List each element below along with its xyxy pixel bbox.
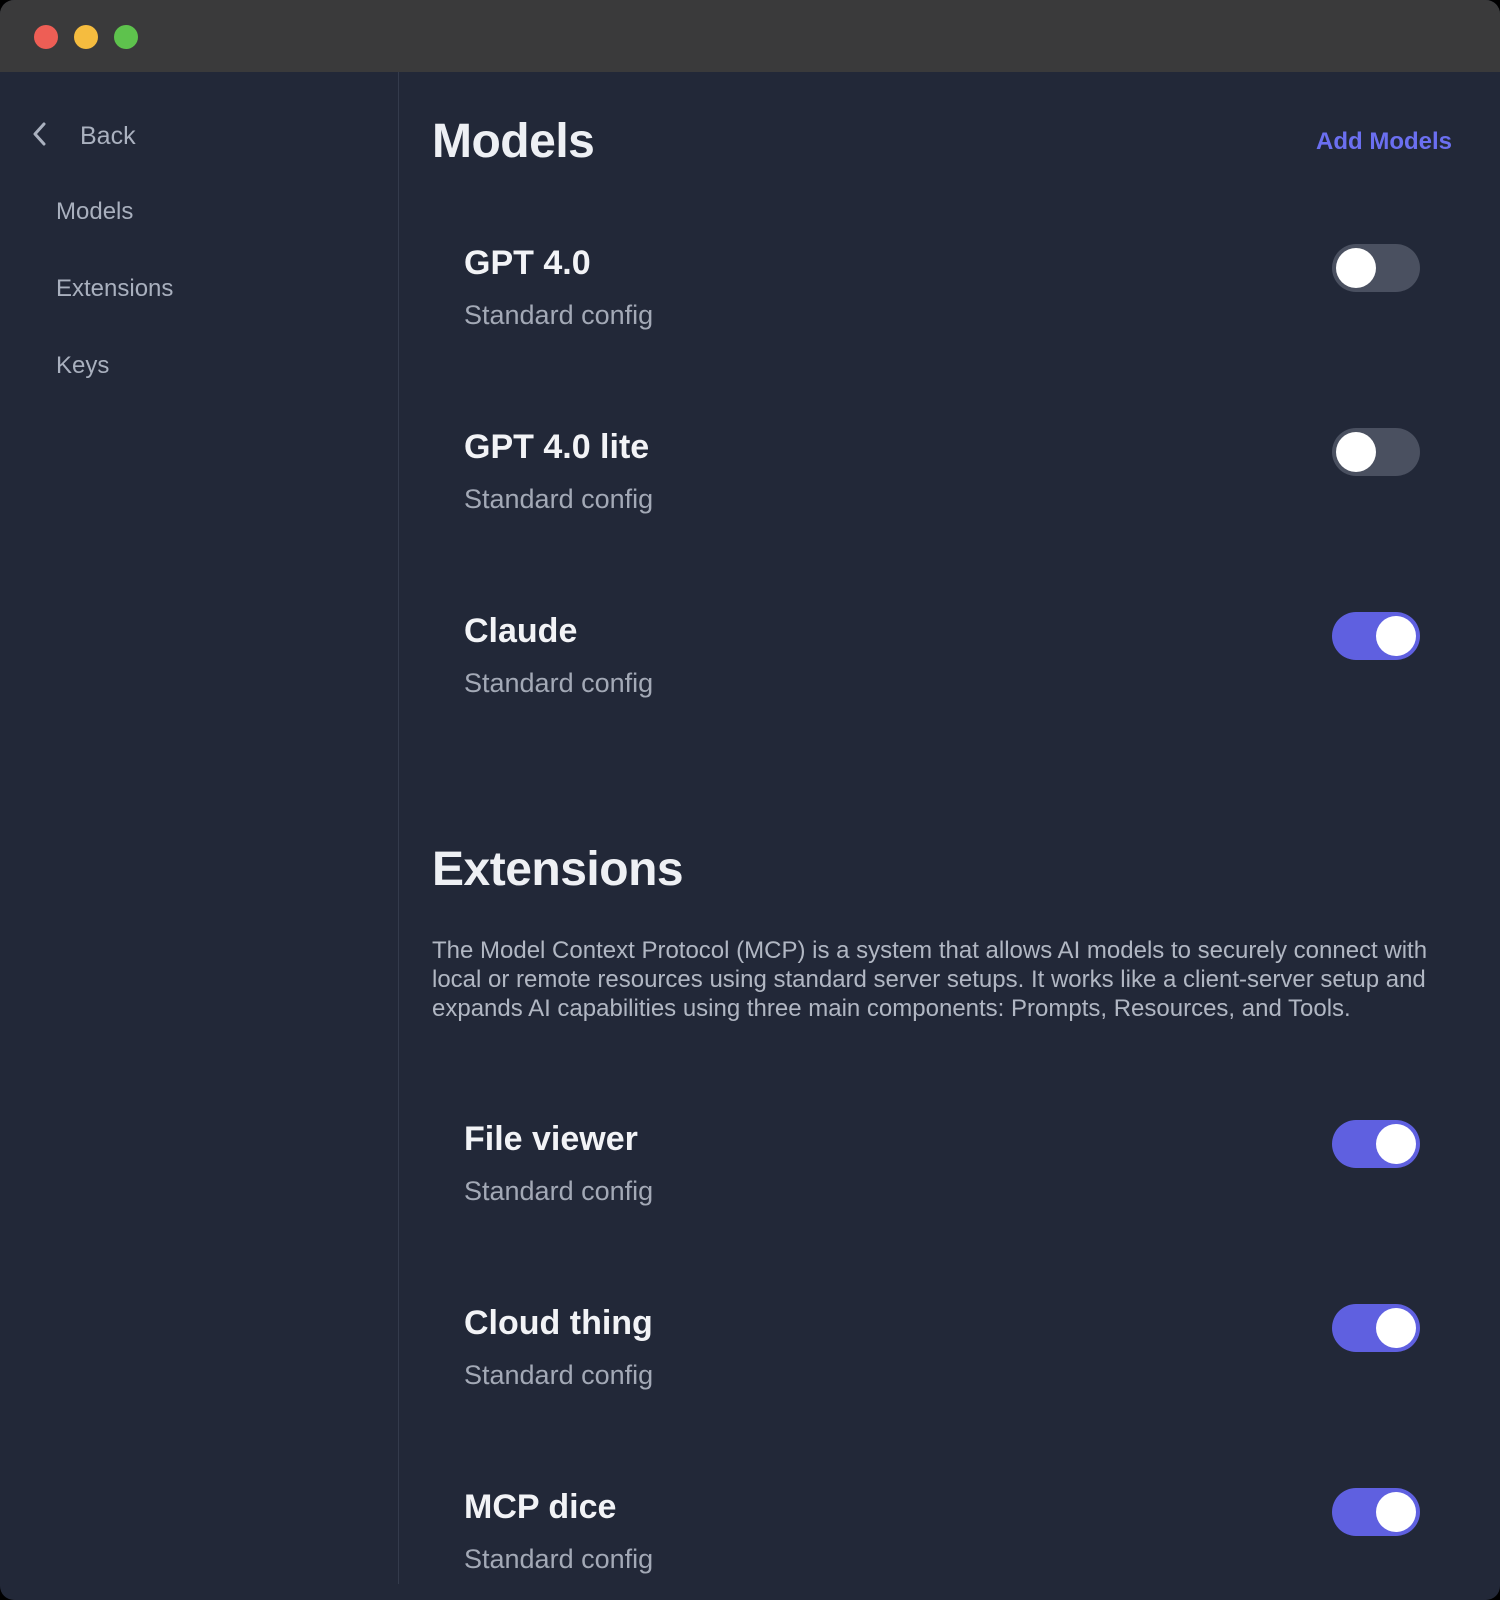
models-section-title: Models — [432, 115, 595, 168]
model-toggle-gpt-4-lite[interactable] — [1332, 428, 1420, 476]
toggle-knob — [1376, 1492, 1416, 1532]
extension-name: File viewer — [464, 1120, 638, 1158]
extension-name: Cloud thing — [464, 1304, 653, 1342]
app-window: Back Models Extensions Keys Models Add M… — [0, 0, 1500, 1600]
model-toggle-gpt-4[interactable] — [1332, 244, 1420, 292]
back-button[interactable]: Back — [28, 118, 136, 154]
model-row-claude: Claude Standard config — [464, 612, 1420, 732]
extension-toggle-file-viewer[interactable] — [1332, 1120, 1420, 1168]
extension-row-mcp-dice: MCP dice Standard config — [464, 1488, 1420, 1600]
extension-row-cloud-thing: Cloud thing Standard config — [464, 1304, 1420, 1424]
model-name: GPT 4.0 — [464, 244, 591, 282]
extensions-description: The Model Context Protocol (MCP) is a sy… — [432, 937, 1428, 1022]
model-config: Standard config — [464, 300, 654, 330]
toggle-knob — [1336, 432, 1376, 472]
sidebar: Back Models Extensions Keys — [0, 72, 399, 1584]
sidebar-item-models[interactable]: Models — [56, 198, 133, 226]
maximize-window-button[interactable] — [114, 25, 138, 49]
toggle-knob — [1376, 1308, 1416, 1348]
extension-config: Standard config — [464, 1544, 654, 1574]
add-models-link[interactable]: Add Models — [1316, 128, 1452, 156]
extension-name: MCP dice — [464, 1488, 617, 1526]
extension-toggle-mcp-dice[interactable] — [1332, 1488, 1420, 1536]
toggle-knob — [1336, 248, 1376, 288]
toggle-knob — [1376, 616, 1416, 656]
extensions-section-title: Extensions — [432, 843, 684, 896]
minimize-window-button[interactable] — [74, 25, 98, 49]
sidebar-item-keys[interactable]: Keys — [56, 352, 109, 380]
back-label: Back — [80, 121, 136, 150]
model-row-gpt-4: GPT 4.0 Standard config — [464, 244, 1420, 364]
extension-config: Standard config — [464, 1176, 654, 1206]
toggle-knob — [1376, 1124, 1416, 1164]
model-name: GPT 4.0 lite — [464, 428, 650, 466]
chevron-left-icon — [28, 120, 52, 153]
extension-toggle-cloud-thing[interactable] — [1332, 1304, 1420, 1352]
model-row-gpt-4-lite: GPT 4.0 lite Standard config — [464, 428, 1420, 548]
model-name: Claude — [464, 612, 578, 650]
extension-config: Standard config — [464, 1360, 654, 1390]
extension-row-file-viewer: File viewer Standard config — [464, 1120, 1420, 1240]
model-toggle-claude[interactable] — [1332, 612, 1420, 660]
close-window-button[interactable] — [34, 25, 58, 49]
model-config: Standard config — [464, 668, 654, 698]
sidebar-item-extensions[interactable]: Extensions — [56, 275, 173, 303]
title-bar — [0, 0, 1500, 72]
model-config: Standard config — [464, 484, 654, 514]
